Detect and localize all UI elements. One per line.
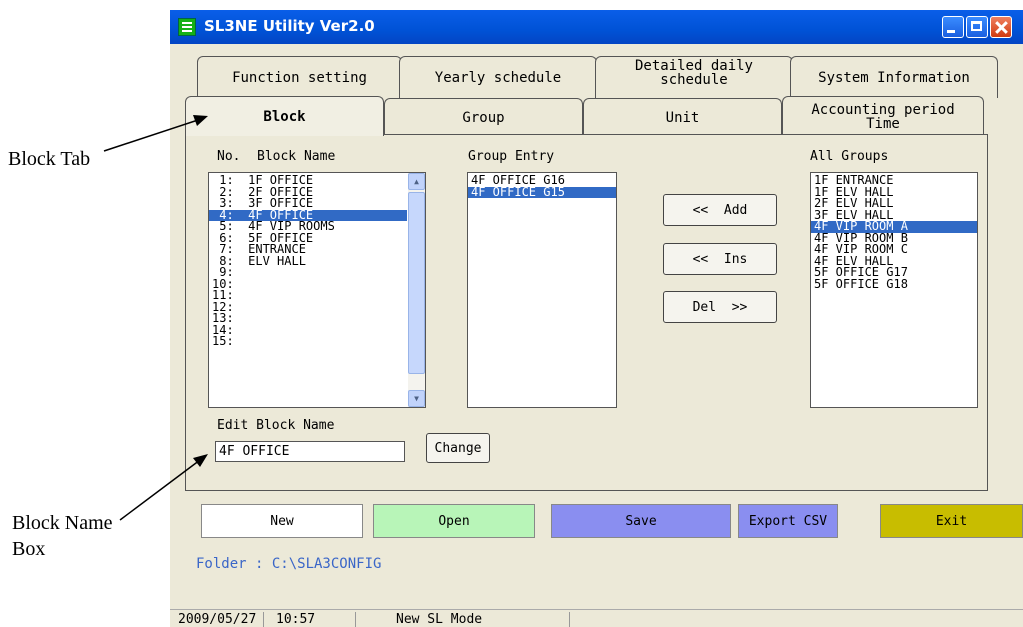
group-entry-label: Group Entry [468,149,555,164]
status-time: 10:57 [264,612,356,627]
scroll-thumb[interactable] [408,192,425,374]
window-title: SL3NE Utility Ver2.0 [204,17,375,35]
list-item[interactable]: 9: [209,266,407,279]
all-groups-list[interactable]: 1F ENTRANCE 1F ELV HALL 2F ELV HALL 3F ELV … [810,172,978,408]
tab-group[interactable]: Group [384,98,583,136]
col-no-header: No. [217,149,241,164]
annotation-block-name-box-line2: Box [12,538,46,560]
tab-unit[interactable]: Unit [583,98,782,136]
new-button[interactable]: New [201,504,363,538]
col-block-name-header: Block Name [257,149,336,164]
annotation-block-tab: Block Tab [8,148,91,170]
list-item[interactable]: 13: [209,312,407,325]
export-csv-button[interactable]: Export CSV [738,504,838,538]
list-item[interactable]: 10: [209,278,407,291]
status-mode: New SL Mode [356,612,570,627]
status-bar: 2009/05/27 10:57 New SL Mode [170,609,1023,627]
tab-block[interactable]: Block [185,96,384,136]
change-button[interactable]: Change [426,433,490,463]
edit-block-name-label: Edit Block Name [217,418,335,433]
minimize-button[interactable] [942,16,964,38]
status-date: 2009/05/27 [172,612,264,627]
app-icon [178,18,196,36]
tab-function-setting[interactable]: Function setting [197,56,402,98]
list-item[interactable]: 14: [209,324,407,337]
title-bar[interactable]: SL3NE Utility Ver2.0 [170,10,1023,44]
folder-path: Folder : C:\SLA3CONFIG [196,556,382,572]
block-name-input[interactable]: 4F OFFICE [215,441,405,462]
del-button[interactable]: Del >> [663,291,777,323]
save-button[interactable]: Save [551,504,731,538]
group-entry-list[interactable]: 4F OFFICE G16 4F OFFICE G15 [467,172,617,408]
all-groups-rows: 1F ENTRANCE 1F ELV HALL 2F ELV HALL 3F ELV … [811,173,977,290]
maximize-button[interactable] [966,16,988,38]
scroll-down-icon[interactable]: ▼ [408,390,425,407]
tab-detailed-daily-schedule[interactable]: Detailed daily schedule [595,56,793,98]
list-item[interactable]: 15: [209,335,407,348]
tab-accounting-period-time[interactable]: Accounting period Time [782,96,984,136]
all-groups-label: All Groups [810,149,889,164]
list-item[interactable]: 5F OFFICE G18 [811,278,977,291]
app-window: SL3NE Utility Ver2.0 Function setting Ye… [170,10,1023,627]
exit-button[interactable]: Exit [880,504,1023,538]
annotation-block-name-box-line1: Block Name [12,512,113,534]
group-entry-rows: 4F OFFICE G16 4F OFFICE G15 [468,173,616,198]
ins-button[interactable]: << Ins [663,243,777,275]
add-button[interactable]: << Add [663,194,777,226]
scroll-up-icon[interactable]: ▲ [408,173,425,190]
list-item[interactable]: 12: [209,301,407,314]
block-panel: No. Block Name Group Entry All Groups 1:… [185,134,988,491]
list-item[interactable]: 11: [209,289,407,302]
close-button[interactable] [990,16,1012,38]
block-list[interactable]: 1: 1F OFFICE 2: 2F OFFICE 3: 3F OFFICE 4… [208,172,426,408]
block-rows: 1: 1F OFFICE 2: 2F OFFICE 3: 3F OFFICE 4… [209,173,407,348]
list-item[interactable]: 4F OFFICE G15 [468,186,616,198]
open-button[interactable]: Open [373,504,535,538]
block-list-scrollbar[interactable]: ▲ ▼ [408,173,425,407]
tab-system-information[interactable]: System Information [790,56,998,98]
tab-yearly-schedule[interactable]: Yearly schedule [399,56,597,98]
list-item[interactable]: 8: ELV HALL [209,255,407,268]
